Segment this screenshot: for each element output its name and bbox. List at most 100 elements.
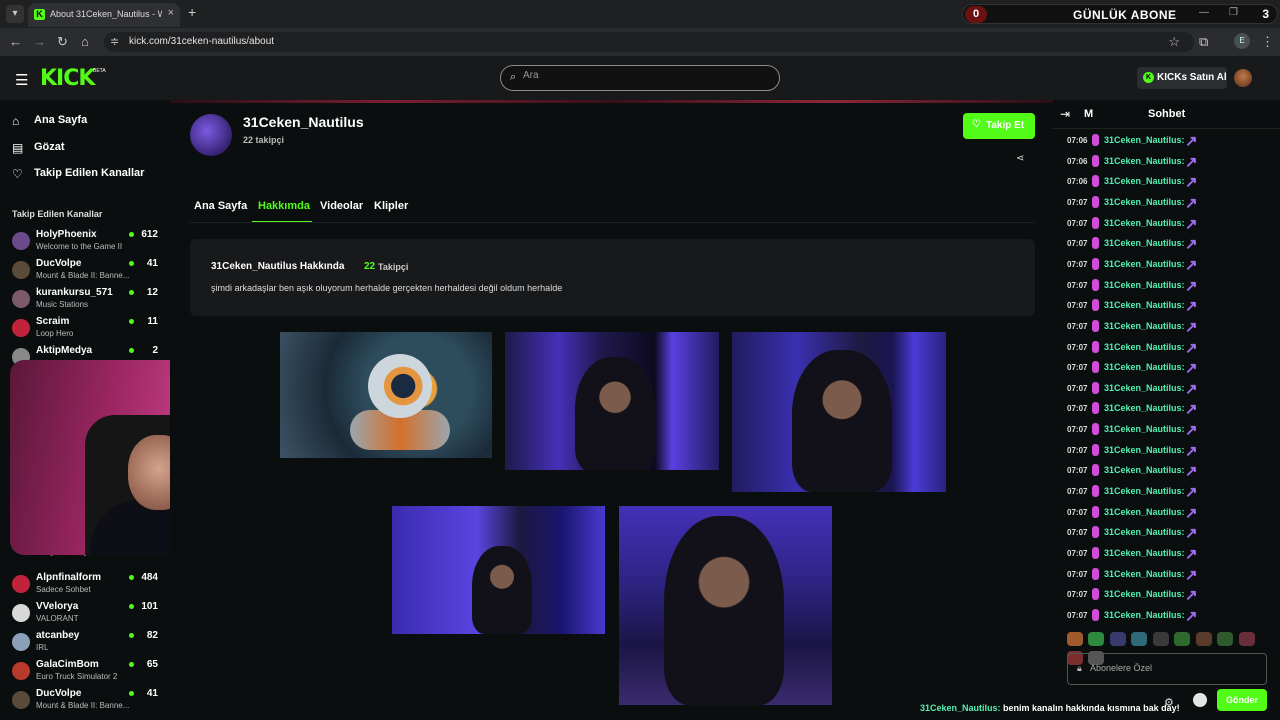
followed-channel[interactable]: VVelorya VALORANT 101	[12, 601, 162, 629]
buy-kicks-button[interactable]: K KICKs Satın Al	[1137, 67, 1227, 89]
bookmark-star-icon[interactable]: ☆	[1168, 34, 1180, 50]
message-username[interactable]: 31Ceken_Nautilus:	[1104, 403, 1185, 413]
message-username[interactable]: 31Ceken_Nautilus:	[1104, 486, 1185, 496]
message-username[interactable]: 31Ceken_Nautilus:	[1104, 300, 1185, 310]
tab-search-icon[interactable]: ▾	[6, 5, 24, 23]
message-username[interactable]: 31Ceken_Nautilus:	[1104, 238, 1185, 248]
channel-category: VALORANT	[36, 614, 79, 623]
emote-icon: ↗	[1185, 380, 1198, 398]
emote[interactable]	[1152, 632, 1169, 646]
message-time: 07:06	[1067, 156, 1088, 166]
message-username[interactable]: 31Ceken_Nautilus:	[1104, 362, 1185, 372]
message-time: 07:06	[1067, 177, 1088, 187]
followed-channel[interactable]: GalaCimBom Euro Truck Simulator 2 65	[12, 659, 162, 687]
site-info-icon[interactable]: ≑	[110, 35, 119, 48]
tab-about[interactable]: Hakkımda	[258, 200, 310, 212]
sidebar-item-label: Gözat	[34, 141, 65, 153]
new-tab-icon[interactable]: +	[188, 4, 196, 20]
followed-channel[interactable]: Scraim Loop Hero 11	[12, 316, 162, 344]
search-input[interactable]	[523, 70, 763, 81]
minimize-icon[interactable]: —	[1199, 7, 1209, 18]
follow-button[interactable]: ♡ Takip Et	[963, 113, 1035, 139]
message-username[interactable]: 31Ceken_Nautilus:	[1104, 176, 1185, 186]
message-time: 07:07	[1067, 507, 1088, 517]
message-username[interactable]: 31Ceken_Nautilus:	[1104, 589, 1185, 599]
emote[interactable]	[1217, 632, 1234, 646]
collapse-chat-icon[interactable]: ⇥	[1060, 107, 1070, 121]
home-button-icon[interactable]: ⌂	[81, 34, 89, 49]
reload-icon[interactable]: ↻	[57, 34, 68, 50]
followed-channel[interactable]: DucVolpe Mount & Blade II: Banne... 41	[12, 258, 162, 286]
viewer-count: 101	[141, 601, 158, 612]
message-username[interactable]: 31Ceken_Nautilus:	[1104, 135, 1185, 145]
kick-logo[interactable]: KICK	[40, 66, 95, 91]
user-avatar[interactable]	[1234, 69, 1252, 87]
chat-mode-toggle[interactable]: M	[1084, 108, 1093, 120]
overlay-number: 3	[1262, 7, 1269, 21]
tab-home[interactable]: Ana Sayfa	[194, 200, 247, 212]
avatar	[12, 604, 30, 622]
menu-icon[interactable]: ☰	[15, 71, 28, 89]
message-username[interactable]: 31Ceken_Nautilus:	[1104, 218, 1185, 228]
emote[interactable]	[1109, 632, 1126, 646]
chat-input-box[interactable]: 🔒︎	[1067, 653, 1267, 685]
extensions-icon[interactable]: ⧉	[1199, 34, 1208, 50]
url-text[interactable]: kick.com/31ceken-nautilus/about	[129, 36, 274, 47]
emote[interactable]	[1067, 632, 1083, 646]
tab-close-icon[interactable]: ×	[168, 7, 174, 19]
browser-tab[interactable]: K About 31Ceken_Nautilus - Watch ×	[28, 3, 180, 27]
message-username[interactable]: 31Ceken_Nautilus:	[1104, 507, 1185, 517]
emoji-picker-icon[interactable]	[1193, 693, 1207, 707]
emote[interactable]	[1088, 632, 1105, 646]
message-username[interactable]: 31Ceken_Nautilus:	[1104, 445, 1185, 455]
message-username[interactable]: 31Ceken_Nautilus:	[1104, 610, 1185, 620]
broadcaster-badge-icon	[1092, 547, 1099, 559]
message-username[interactable]: 31Ceken_Nautilus:	[1104, 548, 1185, 558]
message-username[interactable]: 31Ceken_Nautilus:	[1104, 424, 1185, 434]
avatar	[12, 691, 30, 709]
followed-channel[interactable]: DucVolpe Mount & Blade II: Banne... 41	[12, 688, 162, 716]
followed-channel[interactable]: atcanbey IRL 82	[12, 630, 162, 658]
message-username[interactable]: 31Ceken_Nautilus:	[1104, 527, 1185, 537]
message-username[interactable]: 31Ceken_Nautilus:	[1104, 259, 1185, 269]
share-icon[interactable]: ⋖	[1016, 153, 1024, 164]
emote-icon: ↗	[1185, 339, 1198, 357]
restore-icon[interactable]: ❐	[1229, 7, 1238, 18]
chat-message: 07:06 31Ceken_Nautilus: ↗	[1067, 173, 1267, 193]
send-button[interactable]: Gönder	[1217, 689, 1267, 711]
message-username[interactable]: 31Ceken_Nautilus:	[1104, 342, 1185, 352]
back-icon[interactable]: ←	[9, 34, 22, 49]
chat-input[interactable]	[1090, 663, 1250, 673]
browser-menu-icon[interactable]: ⋮	[1261, 34, 1274, 50]
search-box[interactable]: ⌕	[500, 65, 780, 91]
broadcaster-badge-icon	[1092, 588, 1099, 601]
message-username[interactable]: 31Ceken_Nautilus:	[1104, 569, 1185, 579]
message-username[interactable]: 31Ceken_Nautilus:	[1104, 465, 1185, 475]
tab-videos[interactable]: Videolar	[320, 200, 363, 212]
viewer-count: 82	[146, 630, 158, 641]
chat-message: 07:07 31Ceken_Nautilus: ↗	[1067, 339, 1267, 359]
channel-avatar[interactable]	[190, 114, 232, 156]
forward-icon[interactable]: →	[33, 34, 46, 49]
message-time: 07:07	[1067, 280, 1088, 290]
message-time: 07:07	[1067, 404, 1088, 414]
person	[792, 350, 892, 492]
message-username[interactable]: 31Ceken_Nautilus:	[1104, 156, 1185, 166]
tab-clips[interactable]: Klipler	[374, 200, 408, 212]
browser-profile-avatar[interactable]: E	[1234, 33, 1250, 49]
emote[interactable]	[1131, 632, 1148, 646]
message-time: 07:07	[1067, 363, 1088, 373]
emote-icon: ↗	[1185, 153, 1198, 171]
emote[interactable]	[1238, 632, 1255, 646]
message-username[interactable]: 31Ceken_Nautilus:	[1104, 383, 1185, 393]
message-username[interactable]: 31Ceken_Nautilus:	[1104, 321, 1185, 331]
emote[interactable]	[1174, 632, 1191, 646]
followed-channel[interactable]: kurankursu_571 Music Stations 12	[12, 287, 162, 315]
followed-channel[interactable]: Alpnfinalform Sadece Sohbet 484	[12, 572, 162, 600]
followed-channel[interactable]: HolyPhoenix Welcome to the Game II 612	[12, 229, 162, 257]
beta-badge: BETA	[93, 68, 106, 74]
message-username[interactable]: 31Ceken_Nautilus:	[1104, 197, 1185, 207]
address-bar[interactable]: ≑ kick.com/31ceken-nautilus/about ☆	[104, 32, 1194, 52]
message-username[interactable]: 31Ceken_Nautilus:	[1104, 280, 1185, 290]
emote[interactable]	[1195, 632, 1212, 646]
